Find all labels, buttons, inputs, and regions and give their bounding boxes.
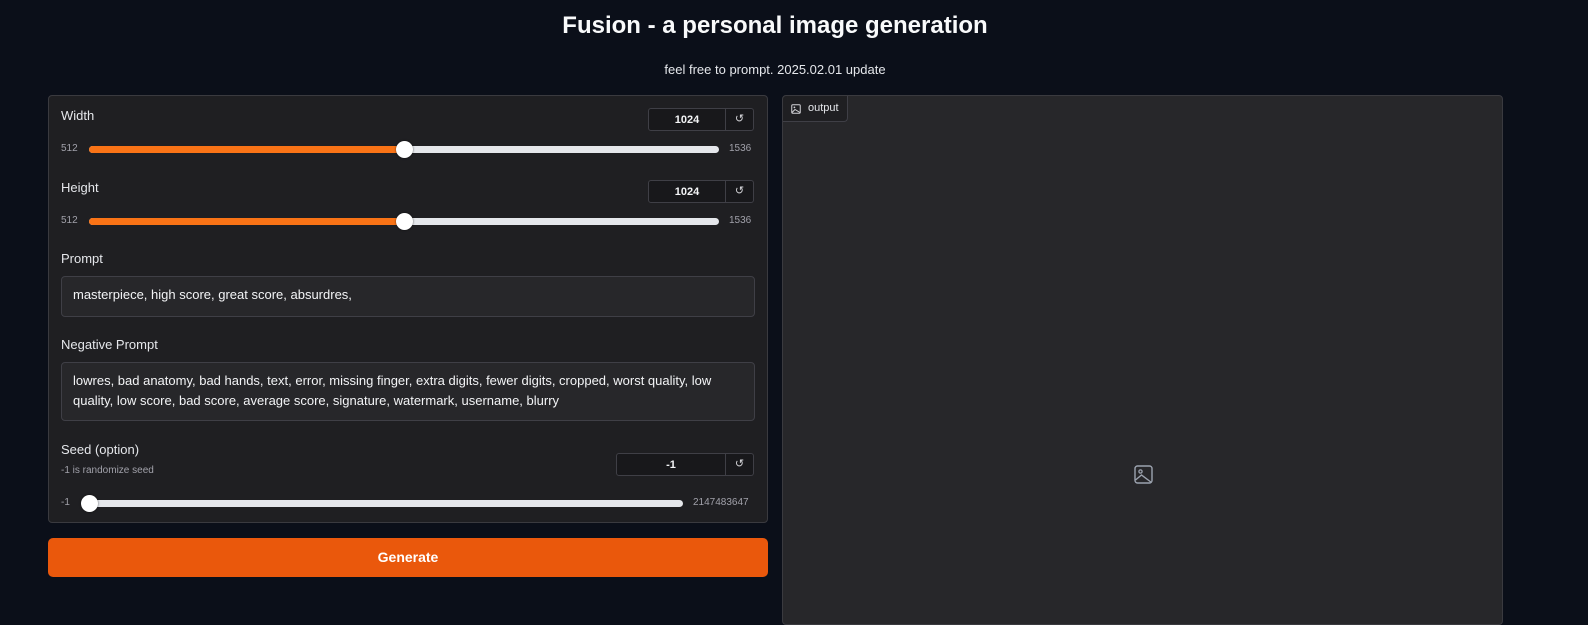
negative-prompt-label: Negative Prompt [61,337,158,352]
width-slider[interactable] [89,141,719,158]
settings-panel: Width ↺ 512 1536 Height ↺ 512 1536 Promp… [48,95,768,523]
width-slider-thumb[interactable] [396,141,413,158]
output-tab: output [783,96,848,122]
width-slider-fill [89,146,404,153]
seed-slider[interactable] [81,495,683,512]
width-label: Width [61,108,95,123]
height-min-label: 512 [61,215,78,226]
width-reset-button[interactable]: ↺ [726,108,754,131]
prompt-label: Prompt [61,251,103,266]
seed-label: Seed (option) [61,442,140,457]
image-placeholder-icon [1134,465,1153,489]
seed-number-input[interactable] [616,453,726,476]
height-slider[interactable] [89,213,719,230]
prompt-input[interactable]: masterpiece, high score, great score, ab… [61,276,755,317]
height-max-label: 1536 [729,215,752,226]
width-max-label: 1536 [729,143,752,154]
output-panel: output [782,95,1503,625]
height-reset-button[interactable]: ↺ [726,180,754,203]
seed-slider-thumb[interactable] [81,495,98,512]
page-title: Fusion - a personal image generation [562,12,988,39]
width-min-label: 512 [61,143,78,154]
image-icon [791,103,801,114]
height-slider-fill [89,218,404,225]
seed-hint: -1 is randomize seed [61,465,154,476]
seed-min-label: -1 [61,497,70,508]
seed-reset-button[interactable]: ↺ [726,453,754,476]
generate-button[interactable]: Generate [48,538,768,577]
width-number-input[interactable] [648,108,726,131]
negative-prompt-input[interactable]: lowres, bad anatomy, bad hands, text, er… [61,362,755,421]
page-subtitle: feel free to prompt. 2025.02.01 update [664,62,886,77]
output-tab-label: output [808,102,839,114]
height-label: Height [61,180,99,195]
height-slider-thumb[interactable] [396,213,413,230]
seed-max-label: 2147483647 [693,497,749,508]
height-number-input[interactable] [648,180,726,203]
